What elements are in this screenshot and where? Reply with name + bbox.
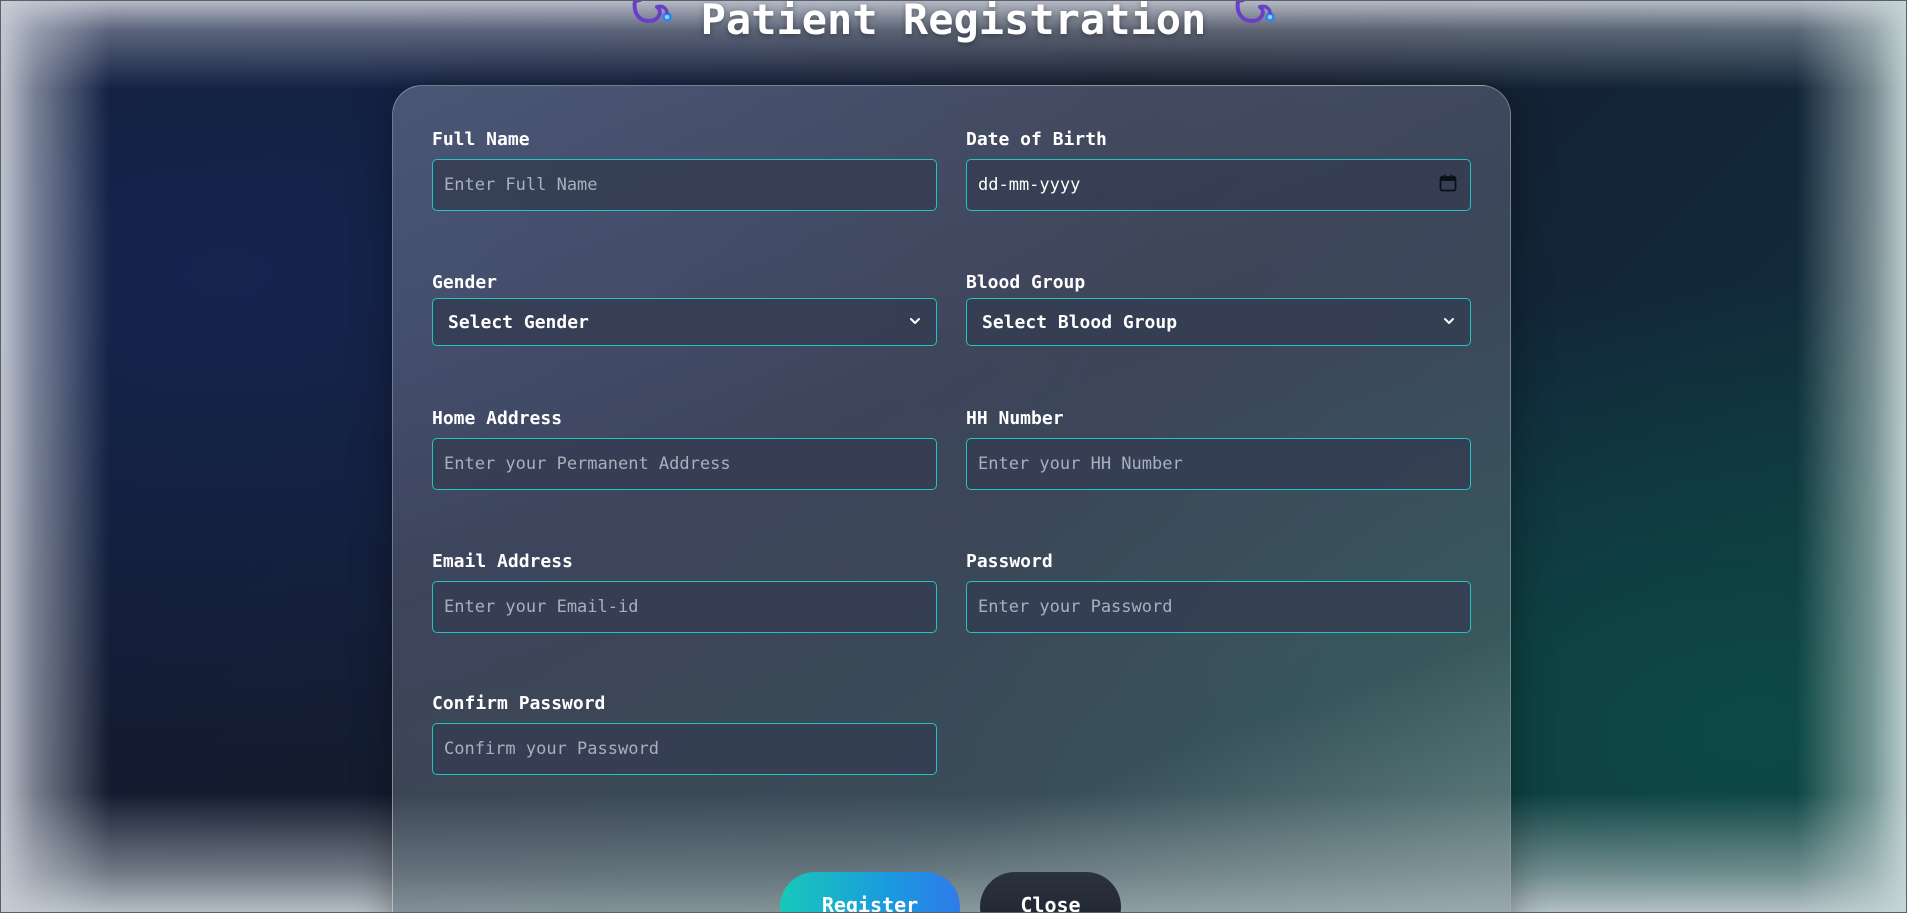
- confirm-password-field: Confirm Password: [432, 693, 937, 775]
- password-field: Password: [966, 551, 1471, 633]
- confirm-password-input[interactable]: [432, 723, 937, 775]
- page-title: Patient Registration: [700, 0, 1207, 44]
- full-name-label: Full Name: [432, 129, 530, 150]
- calendar-icon[interactable]: [1439, 174, 1459, 196]
- blood-group-selected-value: Select Blood Group: [982, 311, 1178, 333]
- hh-number-input[interactable]: [966, 438, 1471, 490]
- stethoscope-icon: [1232, 0, 1278, 41]
- register-button[interactable]: Register: [780, 872, 960, 913]
- home-address-input[interactable]: [432, 438, 937, 490]
- email-field: Email Address: [432, 551, 937, 633]
- full-name-field: Full Name: [432, 129, 937, 211]
- hh-number-field: HH Number: [966, 408, 1471, 490]
- blood-group-field: Blood Group Select Blood Group: [966, 272, 1471, 346]
- chevron-down-icon: [908, 313, 922, 332]
- password-input[interactable]: [966, 581, 1471, 633]
- gender-label: Gender: [432, 272, 498, 293]
- password-label: Password: [966, 551, 1053, 572]
- email-label: Email Address: [432, 551, 573, 572]
- confirm-password-label: Confirm Password: [432, 693, 606, 714]
- email-input[interactable]: [432, 581, 937, 633]
- home-address-field: Home Address: [432, 408, 937, 490]
- blood-group-label: Blood Group: [966, 272, 1086, 293]
- blood-group-select[interactable]: Select Blood Group: [966, 298, 1471, 346]
- gender-select[interactable]: Select Gender: [432, 298, 937, 346]
- stethoscope-icon: [629, 0, 675, 41]
- home-address-label: Home Address: [432, 408, 563, 429]
- full-name-input[interactable]: [432, 159, 937, 211]
- gender-field: Gender Select Gender: [432, 272, 937, 346]
- gender-selected-value: Select Gender: [448, 311, 589, 333]
- close-button[interactable]: Close: [980, 872, 1121, 913]
- chevron-down-icon: [1442, 313, 1456, 332]
- dob-label: Date of Birth: [966, 129, 1107, 150]
- dob-value: dd-mm-yyyy: [978, 175, 1081, 195]
- dob-field: Date of Birth dd-mm-yyyy: [966, 129, 1471, 211]
- hh-number-label: HH Number: [966, 408, 1064, 429]
- page-header: Patient Registration: [0, 0, 1907, 44]
- dob-input[interactable]: dd-mm-yyyy: [966, 159, 1471, 211]
